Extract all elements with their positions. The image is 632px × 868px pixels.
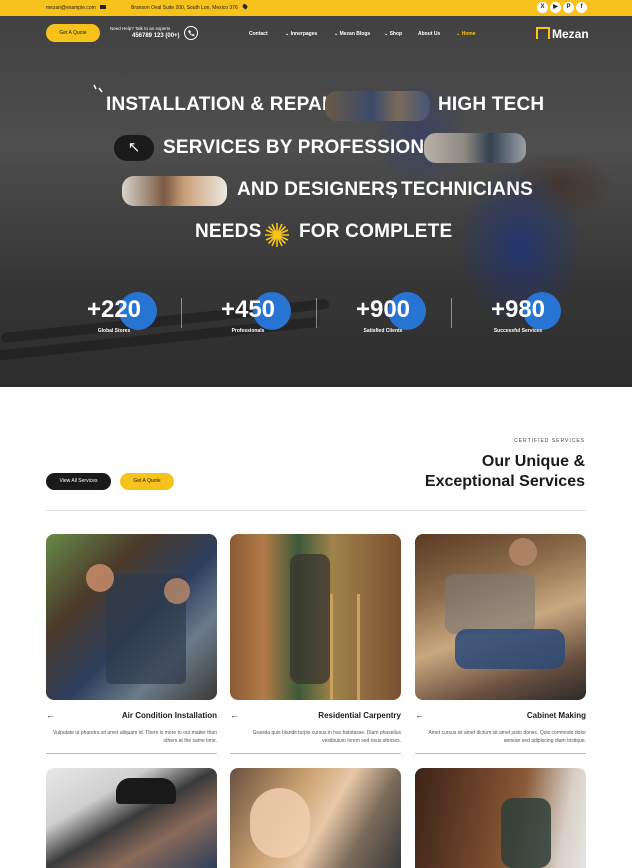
map-pin-icon (241, 3, 249, 10)
phone-number[interactable]: 456789 123 (00+) (132, 33, 180, 39)
arrow-left-icon[interactable]: ← (415, 710, 424, 720)
stat-label: Satisfied Clients (363, 328, 403, 334)
service-image (46, 534, 217, 700)
nav-mezan-blogs[interactable]: ⌄ Mezan Blogs (334, 31, 370, 37)
nav-shop-label: Shop (389, 31, 403, 37)
stat-label: Successful Services (493, 328, 543, 334)
card-underline (46, 753, 217, 754)
hero-photo-pill-3 (122, 176, 227, 206)
stat-divider (316, 298, 317, 328)
service-description: Amet cursus sit amet dictum sit amet jus… (428, 730, 586, 744)
arrow-left-icon[interactable]: ← (230, 710, 239, 720)
stat-label: Professionals (231, 328, 265, 334)
nav-shop[interactable]: ⌄ Shop (384, 31, 402, 37)
service-card-cabinet-making[interactable]: ← Cabinet Making Amet cursus sit amet di… (415, 534, 586, 754)
service-title[interactable]: Cabinet Making (527, 711, 586, 720)
service-title[interactable]: Air Condition Installation (122, 711, 217, 720)
help-label: Need Help? Talk to an experts (110, 26, 171, 31)
nav-innerpages-label: Innerpages (290, 31, 318, 37)
service-description: Gravida quis blandit turpis cursus in ha… (252, 730, 401, 744)
service-card-row2-2[interactable] (230, 768, 401, 868)
nav-mezan-blogs-label: Mezan Blogs (339, 31, 371, 37)
get-quote-button[interactable]: Get A Quote (46, 24, 100, 42)
top-bar: mezan@example.com Branson Oval Suite 200… (0, 0, 632, 16)
hero-photo-pill-1 (325, 91, 430, 121)
hero-photo-pill-2 (424, 133, 526, 163)
service-card-residential-carpentry[interactable]: ← Residential Carpentry Gravida quis bla… (230, 534, 401, 754)
hero-line3b: , TECHNICIANS (390, 179, 533, 200)
stat-number: +220 (86, 296, 142, 323)
section-title-line1: Our Unique & (481, 453, 585, 470)
envelope-icon (100, 5, 106, 9)
facebook-icon[interactable]: f (576, 2, 587, 13)
hero-line3a: AND DESIGNERS (237, 179, 398, 200)
logo-text[interactable]: Mezan (552, 27, 589, 41)
section-title: Our Unique & Exceptional Services (425, 452, 585, 492)
nav-innerpages[interactable]: ⌄ Innerpages (285, 31, 317, 37)
contact-address: Branson Oval Suite 200, South Lon, Mexic… (131, 5, 238, 11)
service-image (415, 534, 586, 700)
service-title[interactable]: Residential Carpentry (318, 711, 401, 720)
stat-global-stores: +220 Global Stores (64, 292, 164, 338)
stat-label: Global Stores (97, 328, 131, 334)
card-underline (230, 753, 401, 754)
hero-line4a: NEEDS (195, 221, 262, 242)
pinterest-icon[interactable]: P (563, 2, 574, 13)
hero-line1a: INSTALLATION & REPAIR (106, 94, 342, 115)
help-block: Need Help? Talk to an experts 456789 123… (110, 26, 180, 39)
service-card-air-condition[interactable]: ← Air Condition Installation Vulputate u… (46, 534, 217, 754)
stat-professionals: +450 Professionals (198, 292, 298, 338)
view-all-services-button[interactable]: View All Services (46, 473, 111, 490)
stat-number: +900 (355, 296, 411, 323)
nav-home[interactable]: ⌄ Home (456, 31, 476, 37)
arrow-up-left-icon[interactable]: ↖ (114, 135, 154, 161)
nav-about-us[interactable]: About Us (418, 31, 440, 37)
stat-satisfied-clients: +900 Satisfied Clients (333, 292, 433, 338)
hero-line2: SERVICES BY PROFESSIONAL (163, 137, 451, 158)
x-icon[interactable]: X (537, 2, 548, 13)
nav-home-label: Home (461, 31, 476, 37)
section-divider (46, 510, 586, 511)
logo-icon (536, 27, 550, 39)
card-underline (415, 753, 586, 754)
section-eyebrow: CERTIFIED SERVICES (514, 438, 585, 444)
service-card-row2-3[interactable] (415, 768, 586, 868)
nav-contact[interactable]: Contact (249, 31, 268, 37)
sunburst-icon (265, 223, 289, 247)
stat-number: +450 (220, 296, 276, 323)
hero-line4b: FOR COMPLETE (299, 221, 453, 242)
stat-number: +980 (490, 296, 546, 323)
service-card-row2-1[interactable] (46, 768, 217, 868)
section-title-line2: Exceptional Services (424, 473, 585, 490)
hero-line1b: HIGH TECH (438, 94, 545, 115)
stat-successful-services: +980 Successful Services (468, 292, 568, 338)
stat-divider (181, 298, 182, 328)
arrow-left-icon[interactable]: ← (46, 710, 55, 720)
spark-decoration-icon (93, 84, 103, 93)
youtube-icon[interactable]: ▶ (550, 2, 561, 13)
get-quote-button-secondary[interactable]: Get A Quote (120, 473, 174, 490)
phone-icon (184, 26, 198, 40)
service-image (230, 534, 401, 700)
service-description: Vulputate ut pharetra sit amet aliquam i… (53, 730, 217, 744)
contact-email[interactable]: mezan@example.com (46, 5, 96, 11)
stat-divider (451, 298, 452, 328)
